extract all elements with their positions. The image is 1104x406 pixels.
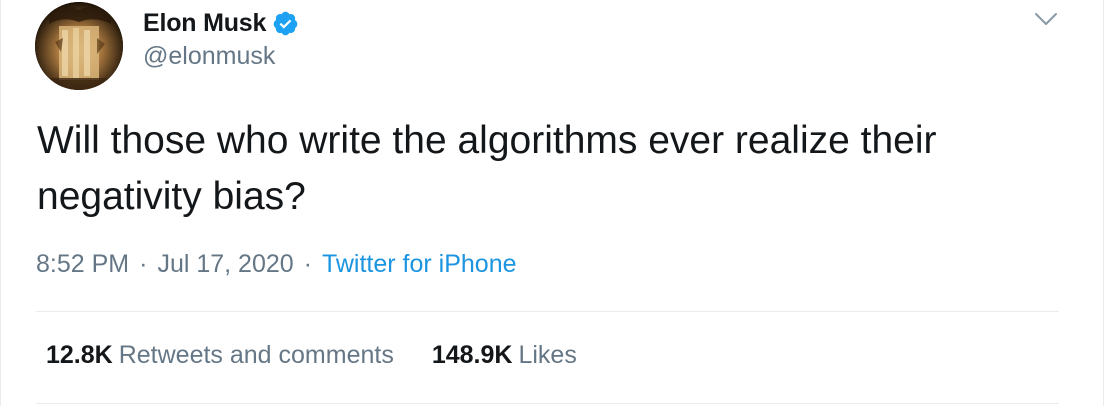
avatar[interactable]	[35, 2, 123, 90]
retweets-label: Retweets and comments	[118, 341, 394, 369]
tweet-meta: 8:52 PM · Jul 17, 2020 · Twitter for iPhone	[36, 250, 517, 279]
author-handle[interactable]: @elonmusk	[143, 42, 275, 71]
verified-badge-icon	[273, 11, 298, 35]
tweet-time[interactable]: 8:52 PM	[36, 250, 129, 278]
tweet-text: Will those who write the algorithms ever…	[37, 119, 937, 218]
divider	[36, 311, 1059, 312]
meta-separator: ·	[139, 250, 148, 278]
likes-label: Likes	[518, 341, 577, 369]
author-row: Elon Musk	[143, 6, 299, 40]
tweet-date[interactable]: Jul 17, 2020	[157, 250, 293, 278]
tweet-card: Elon Musk @elonmusk Will those who write…	[0, 0, 1104, 406]
avatar-image	[35, 2, 123, 90]
chevron-down-icon[interactable]	[1033, 8, 1059, 30]
tweet-stats: 12.8K Retweets and comments 148.9K Likes	[46, 341, 577, 370]
meta-separator: ·	[303, 250, 312, 278]
tweet-source-link[interactable]: Twitter for iPhone	[322, 250, 517, 278]
author-display-name[interactable]: Elon Musk	[143, 9, 266, 38]
retweets-stat[interactable]: 12.8K Retweets and comments	[46, 341, 394, 370]
retweets-count: 12.8K	[46, 341, 113, 369]
likes-count: 148.9K	[431, 341, 513, 369]
likes-stat[interactable]: 148.9K Likes	[432, 341, 577, 370]
divider	[36, 403, 1059, 404]
